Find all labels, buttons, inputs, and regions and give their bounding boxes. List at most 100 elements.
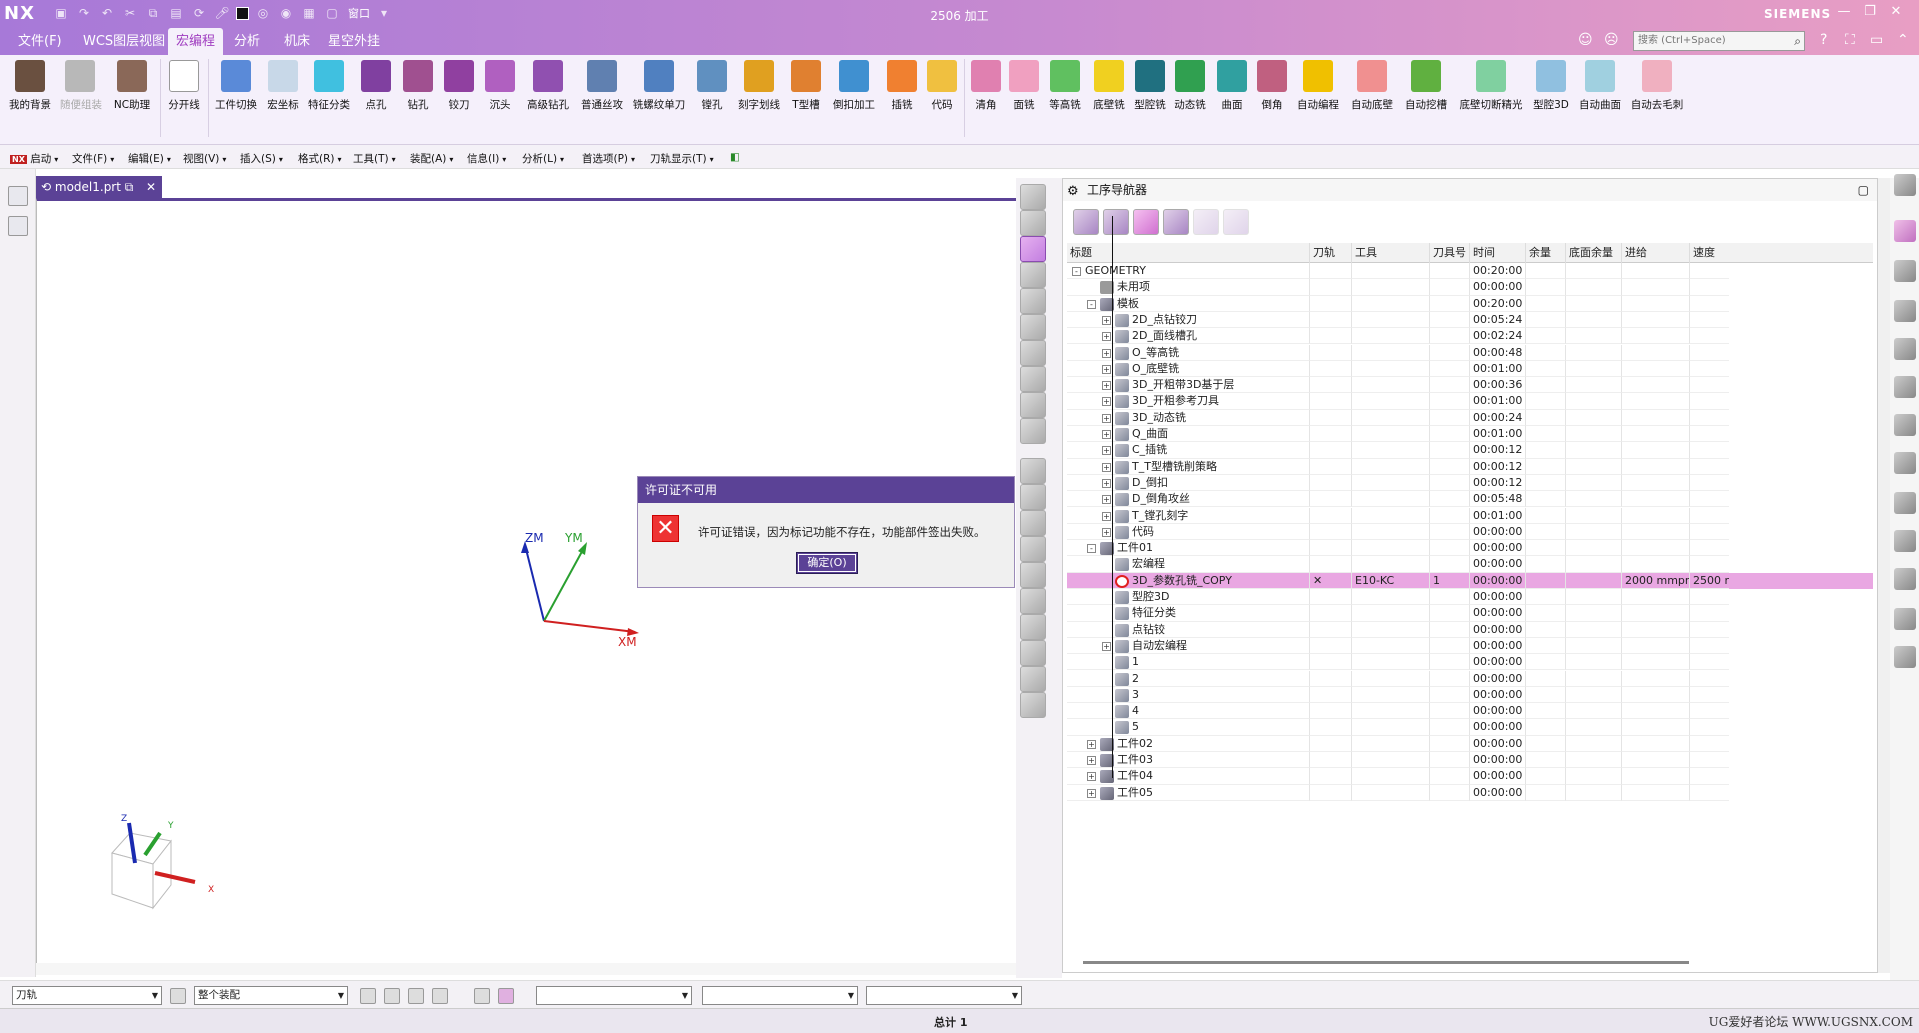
tab-machine[interactable]: 机床 (276, 28, 318, 55)
wifi-icon[interactable] (1894, 414, 1916, 436)
search-input[interactable]: 搜索 (Ctrl+Space) ⌕ (1633, 31, 1805, 51)
expand-toggle[interactable]: + (1102, 413, 1111, 423)
ribbon-button-auto-floor-wall[interactable]: 自动底壁 (1348, 60, 1396, 112)
table-row[interactable]: + 工件04 00:00:00 (1067, 768, 1873, 785)
simulate-icon[interactable] (1020, 340, 1046, 366)
paste-icon[interactable]: ▤ (167, 4, 185, 22)
expand-toggle[interactable]: + (1102, 511, 1111, 521)
window-icon[interactable]: ▢ (323, 4, 341, 22)
menu-assembly[interactable]: 装配(A) ▾ (410, 151, 453, 166)
ribbon-button-chamfer[interactable]: 倒角 (1254, 60, 1290, 112)
program-order-icon[interactable] (1020, 210, 1046, 236)
expand-toggle[interactable]: + (1102, 495, 1111, 505)
table-row[interactable]: 未用项 00:00:00 (1067, 279, 1873, 296)
highlight-icon[interactable] (498, 988, 514, 1004)
type-filter-select[interactable]: 刀轨 ▼ (12, 986, 162, 1005)
close-icon[interactable]: ✕ (1888, 3, 1904, 21)
view-icon[interactable] (474, 988, 490, 1004)
verify-toolpath-icon[interactable] (1020, 314, 1046, 340)
ribbon-button-spot-drill[interactable]: 点孔 (358, 60, 394, 112)
ribbon-button-boring[interactable]: 镗孔 (694, 60, 730, 112)
menu-start[interactable]: NX 启动 ▾ (10, 151, 58, 166)
popout-icon[interactable]: ⧉ (125, 180, 134, 194)
close-icon[interactable]: ✕ (146, 176, 156, 198)
menu-toolpath-display[interactable]: 刀轨显示(T) ▾ (650, 151, 714, 166)
ribbon-button-auto-surface[interactable]: 自动曲面 (1576, 60, 1624, 112)
postprocess-icon[interactable] (1020, 366, 1046, 392)
ribbon-button-face-mill[interactable]: 面铣 (1006, 60, 1042, 112)
table-row[interactable]: +2D_面线槽孔 00:02:24 (1067, 328, 1873, 345)
expand-toggle[interactable]: + (1102, 397, 1111, 407)
expand-toggle[interactable]: + (1102, 381, 1111, 391)
snap-select-2[interactable]: ▼ (702, 986, 858, 1005)
ribbon-button-floor-wall[interactable]: 底壁铣 (1088, 60, 1130, 112)
collapse-toggle[interactable]: - (1087, 299, 1096, 309)
table-row[interactable]: 宏编程 00:00:00 (1067, 556, 1873, 573)
column-speed[interactable]: 速度 (1689, 243, 1729, 263)
expand-toggle[interactable]: + (1102, 446, 1111, 456)
ok-button[interactable]: 确定(O) (796, 552, 858, 574)
table-row[interactable]: 点钻铰 00:00:00 (1067, 621, 1873, 638)
table-row[interactable]: + D_倒角攻丝 00:05:48 (1067, 491, 1873, 508)
hd3d-icon[interactable] (1894, 300, 1916, 322)
machine-tool-view-icon[interactable] (1020, 262, 1046, 288)
expand-toggle[interactable]: + (1102, 332, 1111, 342)
ribbon-button-auto-pocket[interactable]: 自动挖槽 (1402, 60, 1450, 112)
ribbon-button-cavity-3d[interactable]: 型腔3D (1530, 60, 1572, 112)
history-icon[interactable] (1894, 492, 1916, 514)
table-row[interactable]: + T_镗孔刻字 00:01:00 (1067, 507, 1873, 524)
machine-view-button[interactable] (1103, 209, 1129, 235)
ribbon-button-code[interactable]: 代码 (924, 60, 960, 112)
table-row[interactable]: + 工件05 00:00:00 (1067, 784, 1873, 801)
column-tool[interactable]: 工具 (1351, 243, 1429, 263)
table-row[interactable]: + Q_曲面 00:01:00 (1067, 426, 1873, 443)
fullscreen-icon[interactable]: ⛶ (1845, 32, 1855, 48)
layers-icon[interactable] (1020, 692, 1046, 718)
target-icon[interactable] (1020, 392, 1046, 418)
table-row[interactable]: + 代码 00:00:00 (1067, 523, 1873, 541)
snap-select-3[interactable]: ▼ (866, 986, 1022, 1005)
table-row[interactable]: +3D_开粗参考刀具 00:01:00 (1067, 393, 1873, 410)
measure-icon[interactable] (1020, 614, 1046, 640)
table-row[interactable]: + C_插铣 00:00:12 (1067, 442, 1873, 459)
expand-toggle[interactable]: + (1102, 364, 1111, 374)
save-icon[interactable]: ▣ (52, 4, 70, 22)
expand-toggle[interactable]: + (1102, 348, 1111, 358)
menu-edit[interactable]: 编辑(E) ▾ (128, 151, 171, 166)
ribbon-button-clean-corner[interactable]: 清角 (968, 60, 1004, 112)
tab-file[interactable]: 文件(F) (10, 28, 70, 55)
settings-icon[interactable] (1894, 174, 1916, 196)
ribbon-button-thread-mill[interactable]: 铣螺纹单刀 (630, 60, 688, 112)
table-row[interactable]: 型腔3D 00:00:00 (1067, 589, 1873, 606)
smile-icon[interactable]: ☺ (1578, 32, 1593, 48)
ribbon-button-floor-wall-cut-finish[interactable]: 底壁切断精光 (1456, 60, 1526, 112)
program-view-button[interactable] (1073, 209, 1099, 235)
collapse-toggle[interactable]: - (1072, 267, 1081, 276)
sad-icon[interactable]: ☹ (1604, 32, 1619, 48)
select-icon[interactable] (384, 988, 400, 1004)
expand-toggle[interactable]: + (1087, 788, 1096, 798)
feed-icon[interactable] (1020, 418, 1046, 444)
table-row[interactable]: - 模板 00:20:00 (1067, 295, 1873, 312)
copy-icon[interactable]: ⧉ (144, 4, 162, 22)
geometry-view-button[interactable] (1133, 209, 1159, 235)
create-program-icon[interactable] (1020, 484, 1046, 510)
ribbon-button-ream[interactable]: 铰刀 (441, 60, 477, 112)
ribbon-button-feature-classify[interactable]: 特征分类 (306, 60, 352, 112)
expand-toggle[interactable]: + (1102, 641, 1111, 651)
ribbon-button-cavity-mill[interactable]: 型腔铣 (1130, 60, 1170, 112)
table-row[interactable]: 3D_参数孔铣_COPY ✕ E10-KC 1 00:00:00 2000 mmpm 250… (1067, 572, 1873, 589)
ribbon-button-auto-deburr[interactable]: 自动去毛刺 (1628, 60, 1686, 112)
column-feed[interactable]: 进给 (1621, 243, 1689, 263)
ribbon-button-engrave[interactable]: 刻字划线 (736, 60, 782, 112)
ribbon-button-dynamic-mill[interactable]: 动态铣 (1170, 60, 1210, 112)
ribbon-button-drill[interactable]: 钻孔 (400, 60, 436, 112)
ribbon-button-t-slot[interactable]: T型槽 (788, 60, 824, 112)
ribbon-button-nc-assistant[interactable]: NC助理 (112, 60, 152, 112)
table-row[interactable]: - 工件01 00:00:00 (1067, 540, 1873, 557)
restore-icon[interactable]: ❐ (1862, 3, 1878, 21)
snap-select-1[interactable]: ▼ (536, 986, 692, 1005)
table-row[interactable]: - GEOMETRY 00:20:00 (1067, 263, 1873, 280)
palette-icon[interactable] (1894, 608, 1916, 630)
expand-toggle[interactable]: + (1087, 772, 1096, 782)
